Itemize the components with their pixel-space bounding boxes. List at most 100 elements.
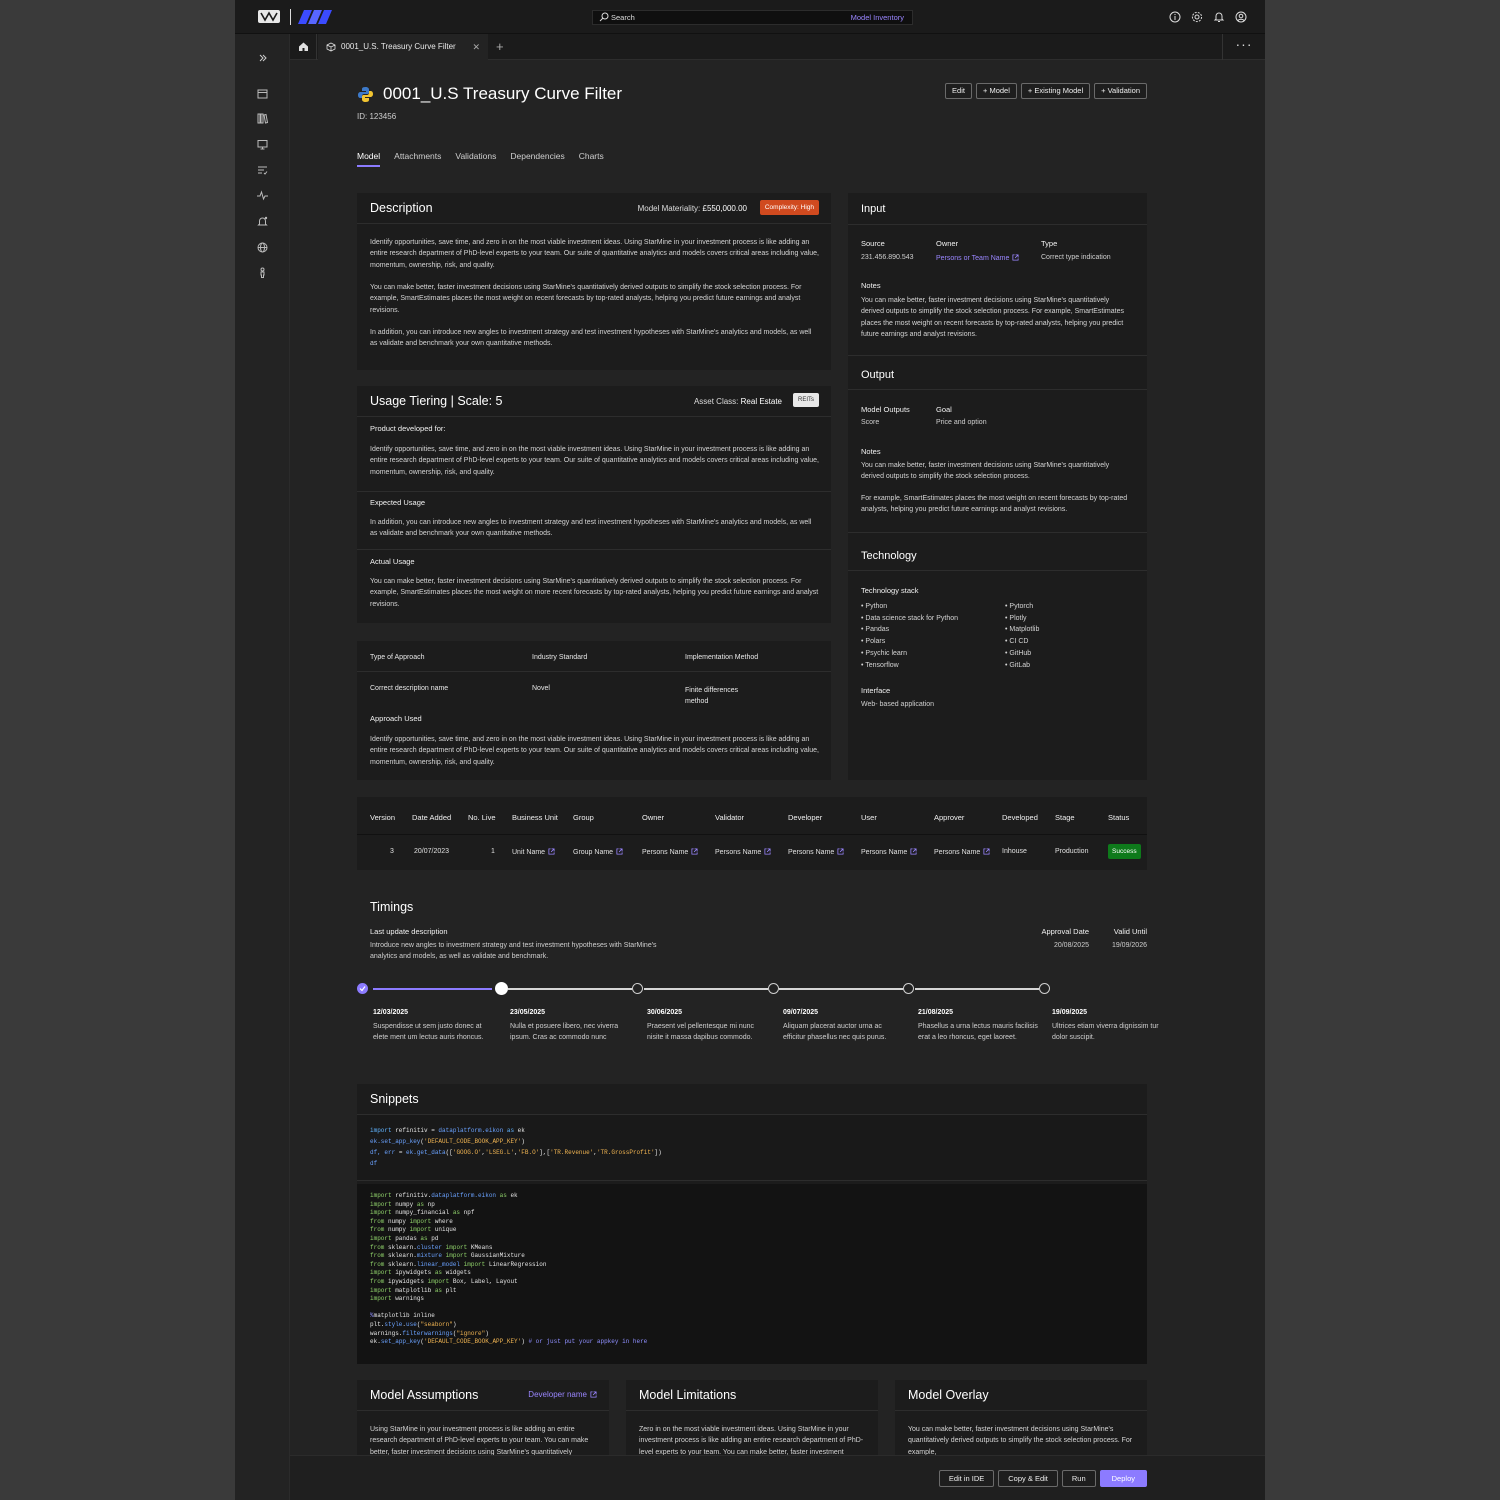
col-validator: Validator [715,813,745,822]
developer-person-text: Persons Name [788,849,835,856]
timeline-step[interactable] [903,983,914,994]
activity-pulse-icon[interactable] [256,189,269,202]
group-link[interactable]: Group Name [573,848,623,856]
type-of-approach-value: Correct description name [370,685,449,692]
close-tab-icon[interactable]: ✕ [472,34,480,60]
edit-button[interactable]: Edit [945,83,972,99]
assumptions-text: Using StarMine in your investment proces… [370,1426,589,1456]
header-actions: Edit + Model + Existing Model + Validati… [945,83,1147,99]
divider [848,570,1147,571]
snippet-block-1[interactable]: import refinitiv = dataplatform.eikon as… [357,1114,1147,1181]
external-link-icon [983,848,990,855]
approver-person-link[interactable]: Persons Name [934,848,990,856]
owner-link[interactable]: Persons or Team Name [936,254,1019,262]
copy-edit-button[interactable]: Copy & Edit [998,1470,1058,1487]
materiality-label: Model Materiality: [637,204,701,213]
timeline-date: 19/09/2025 [1052,1009,1088,1016]
divider [895,1410,1147,1411]
more-options-icon[interactable]: ··· [1222,34,1265,60]
description-paragraph-2: You can make better, faster investment d… [370,284,802,314]
calendar-icon[interactable] [256,87,269,100]
timeline-step[interactable] [1039,983,1050,994]
crest-logo-icon[interactable] [257,8,281,25]
overlay-title: Model Overlay [908,1388,989,1402]
app-window: Search Model Inventory 0001_U.S. Treasur… [235,0,1265,1500]
library-books-icon[interactable] [256,112,269,125]
expand-chevrons-icon[interactable] [257,52,269,64]
tab-attachments[interactable]: Attachments [394,151,441,167]
timeline-step[interactable] [768,983,779,994]
info-icon[interactable] [1169,11,1181,23]
col-owner: Owner [642,813,665,822]
tech-item: • Pytorch [1005,603,1034,610]
validator-person-text: Persons Name [715,849,762,856]
home-tab[interactable] [290,34,317,60]
tab-dependencies[interactable]: Dependencies [510,151,564,167]
timeline-text: Ultrices etiam viverra dignissim tur dol… [1052,1023,1159,1041]
cell-no-live: 1 [491,848,495,855]
tab-validations[interactable]: Validations [455,151,496,167]
add-model-button[interactable]: + Model [975,83,1017,99]
deploy-button[interactable]: Deploy [1099,1470,1147,1487]
timeline-step-complete[interactable] [357,983,368,994]
run-button[interactable]: Run [1061,1470,1096,1487]
search-scope[interactable]: Model Inventory [851,11,904,24]
actual-usage-label: Actual Usage [370,557,415,566]
col-no-live: No. Live [468,813,496,822]
timeline-step-current[interactable] [495,982,508,995]
edit-in-ide-button[interactable]: Edit in IDE [938,1470,995,1487]
reits-tag[interactable]: REITs [792,393,819,407]
brand-logo-icon[interactable] [298,10,332,24]
tab-charts[interactable]: Charts [579,151,604,167]
description-card: Description Model Materiality: £550,000.… [357,193,831,370]
technology-list-col1: • Python • Data science stack for Python… [861,601,958,671]
divider [357,491,831,492]
timeline-step[interactable] [632,983,643,994]
add-tab-button[interactable]: + [496,34,504,60]
search-input[interactable]: Search Model Inventory [592,10,913,25]
globe-icon[interactable] [256,241,269,254]
timeline-connector [644,988,768,990]
industry-standard-value: Novel [532,685,550,692]
document-tab-bar: 0001_U.S. Treasury Curve Filter ✕ + ··· [290,34,1265,61]
tab-model[interactable]: Model [357,151,381,167]
user-person-text: Persons Name [861,849,908,856]
model-tab[interactable]: 0001_U.S. Treasury Curve Filter ✕ [318,34,488,61]
alert-bell-icon[interactable] [256,215,269,228]
cell-date-added: 20/07/2023 [414,848,450,855]
output-title: Output [861,369,895,381]
search-placeholder: Search [611,13,635,22]
divider [357,223,831,224]
monitor-icon[interactable] [256,138,269,151]
business-unit-link[interactable]: Unit Name [512,848,555,856]
user-account-icon[interactable] [1235,11,1247,23]
tech-item: • GitLab [1005,661,1031,669]
snippets-title: Snippets [370,1092,419,1106]
footer-actions: Edit in IDE Copy & Edit Run Deploy [938,1470,1147,1487]
cube-icon [326,42,336,52]
model-limitations-card: Model Limitations Zero in on the most vi… [626,1380,878,1460]
checklist-icon[interactable] [256,164,269,177]
divider [357,416,831,417]
snippet-block-2[interactable]: import refinitiv.dataplatform.eikon as e… [357,1184,1147,1364]
owner-label: Owner [936,239,959,248]
notification-bell-icon[interactable] [1213,11,1225,23]
developer-person-link[interactable]: Persons Name [788,848,844,856]
col-approver: Approver [934,813,965,822]
timeline-date: 12/03/2025 [373,1009,409,1016]
developer-link[interactable]: Developer name [528,1390,597,1399]
asset-class-label: Asset Class: [693,397,739,406]
top-icons [1169,11,1247,23]
validator-person-link[interactable]: Persons Name [715,848,771,856]
owner-person-link[interactable]: Persons Name [642,848,698,856]
col-status: Status [1108,813,1130,822]
col-stage: Stage [1055,813,1075,822]
person-icon[interactable] [256,266,269,279]
timeline-date: 30/06/2025 [647,1009,683,1016]
add-validation-button[interactable]: + Validation [1094,83,1147,99]
settings-gear-icon[interactable] [1191,11,1203,23]
interface-label: Interface [861,686,891,695]
add-existing-model-button[interactable]: + Existing Model [1020,83,1091,99]
user-person-link[interactable]: Persons Name [861,848,917,856]
approval-date-value: 20/08/2025 [1053,942,1089,949]
